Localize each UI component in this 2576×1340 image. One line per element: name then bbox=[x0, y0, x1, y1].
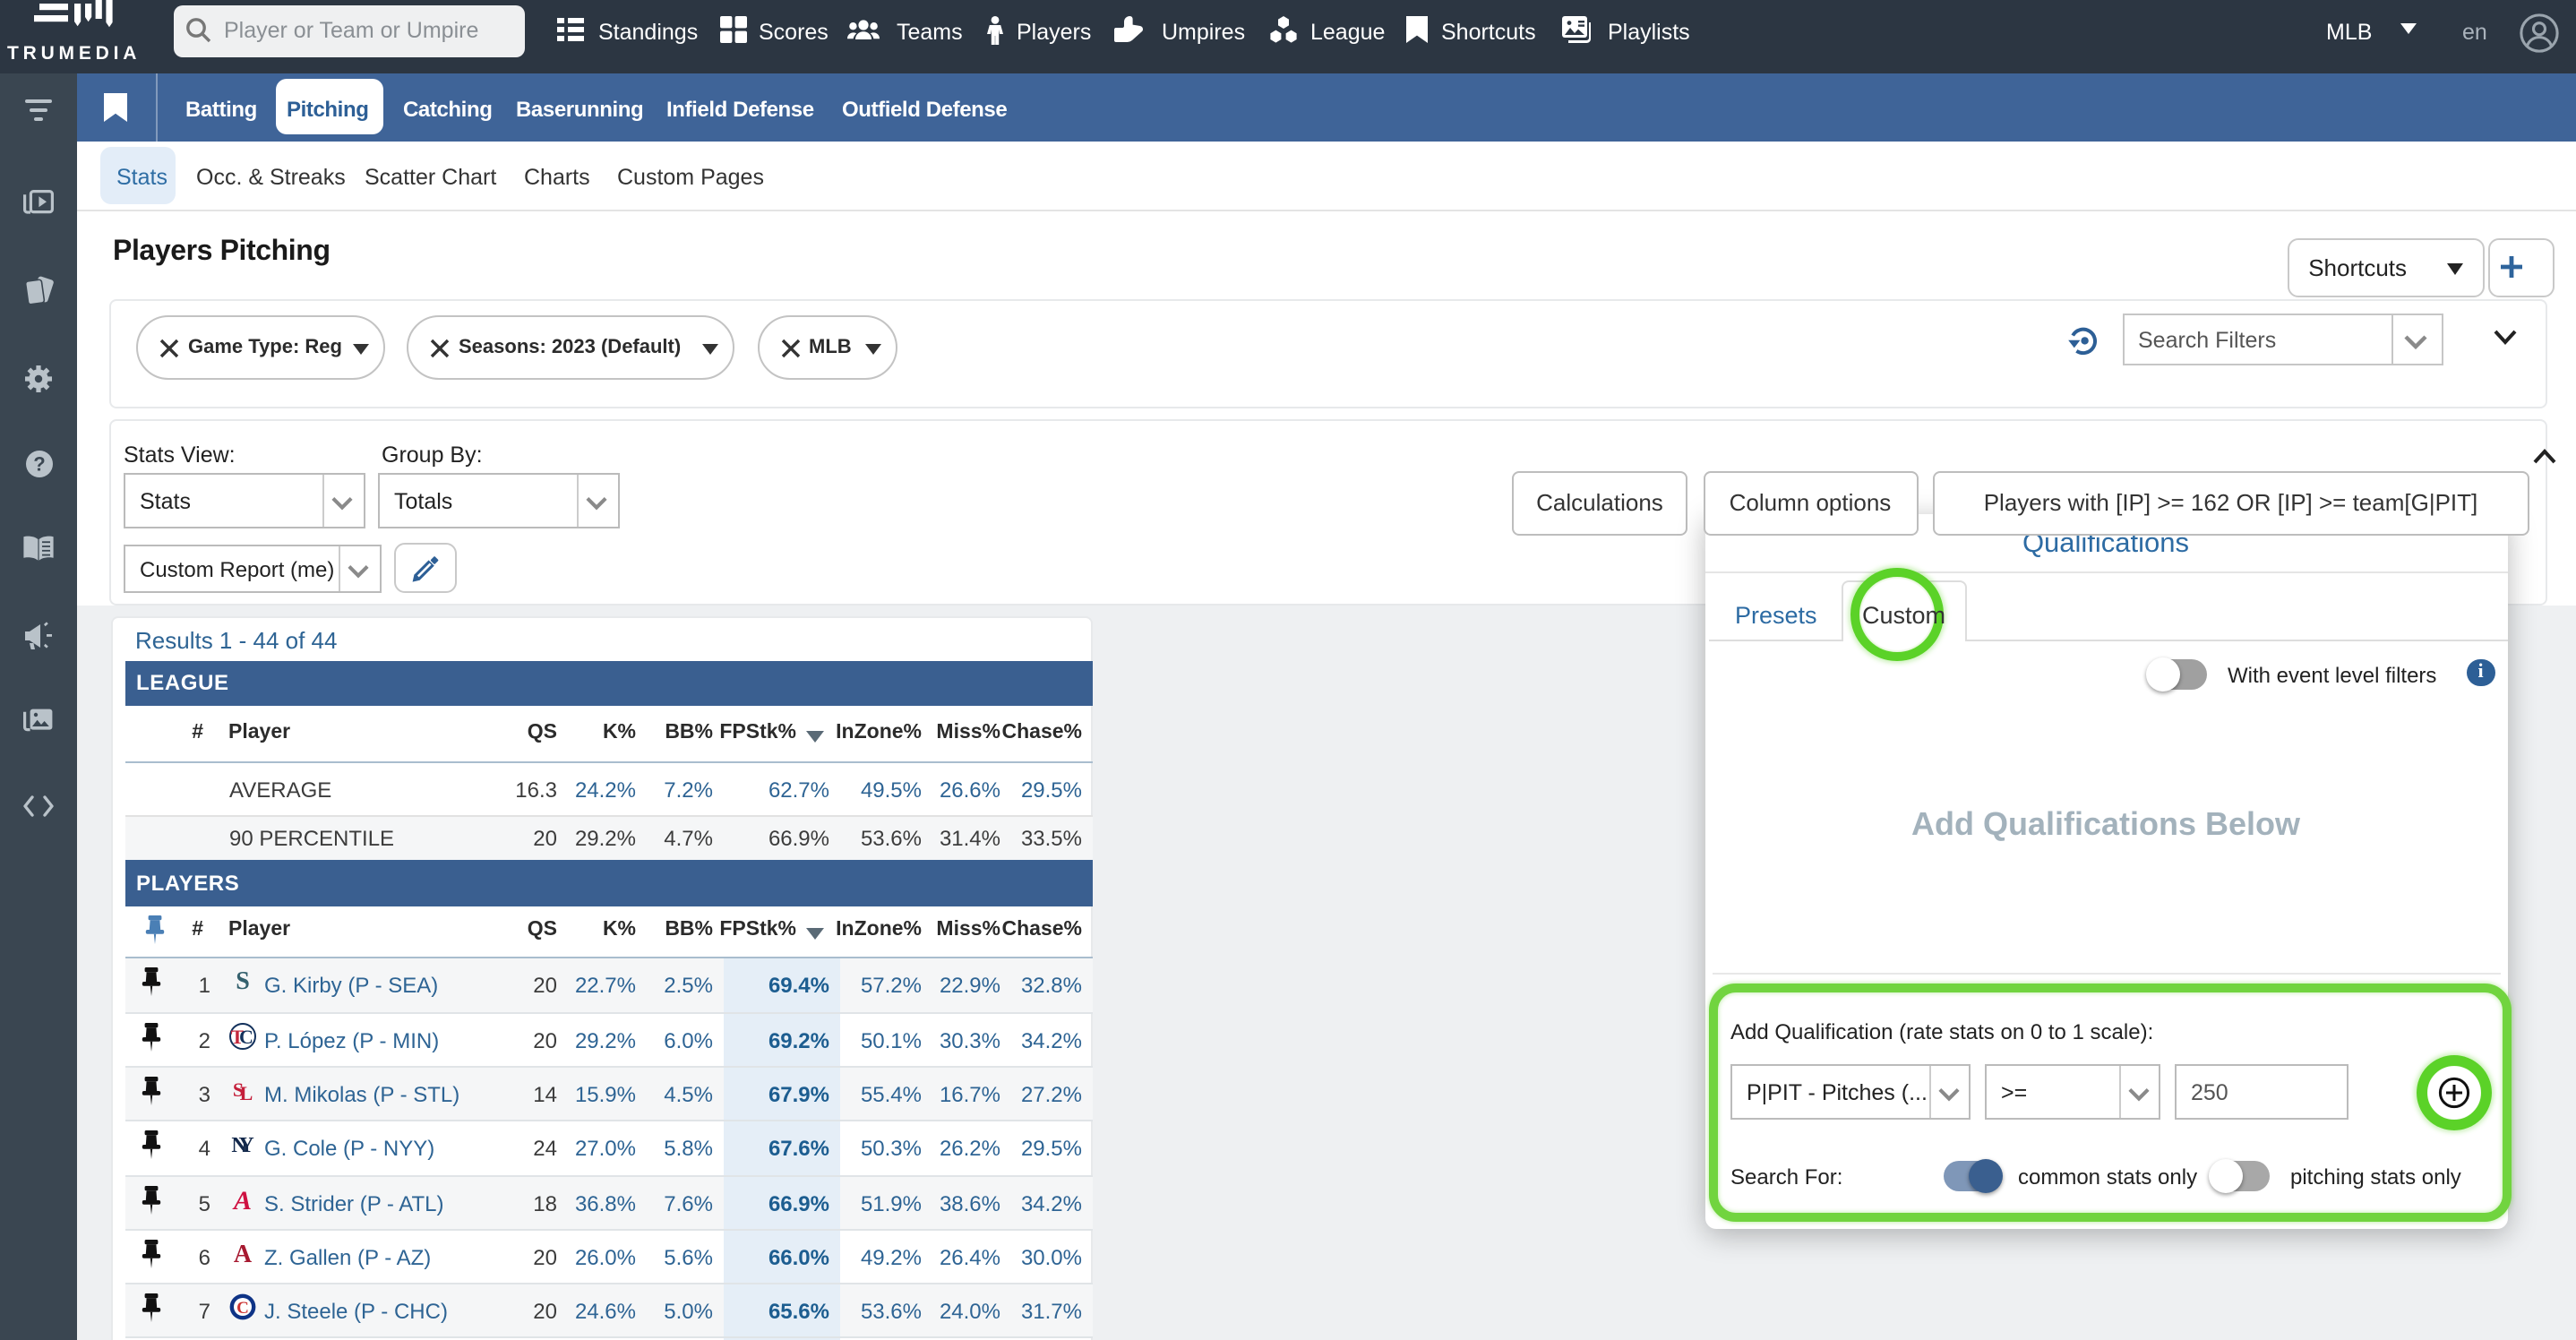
svg-text:A: A bbox=[232, 1185, 252, 1212]
svg-text:C: C bbox=[236, 1299, 249, 1318]
svg-text:C: C bbox=[239, 1026, 253, 1048]
svg-text:Y: Y bbox=[238, 1135, 253, 1158]
svg-text:L: L bbox=[240, 1082, 253, 1104]
svg-text:S: S bbox=[236, 966, 250, 993]
svg-text:A: A bbox=[234, 1241, 253, 1267]
svg-text:?: ? bbox=[33, 452, 45, 475]
